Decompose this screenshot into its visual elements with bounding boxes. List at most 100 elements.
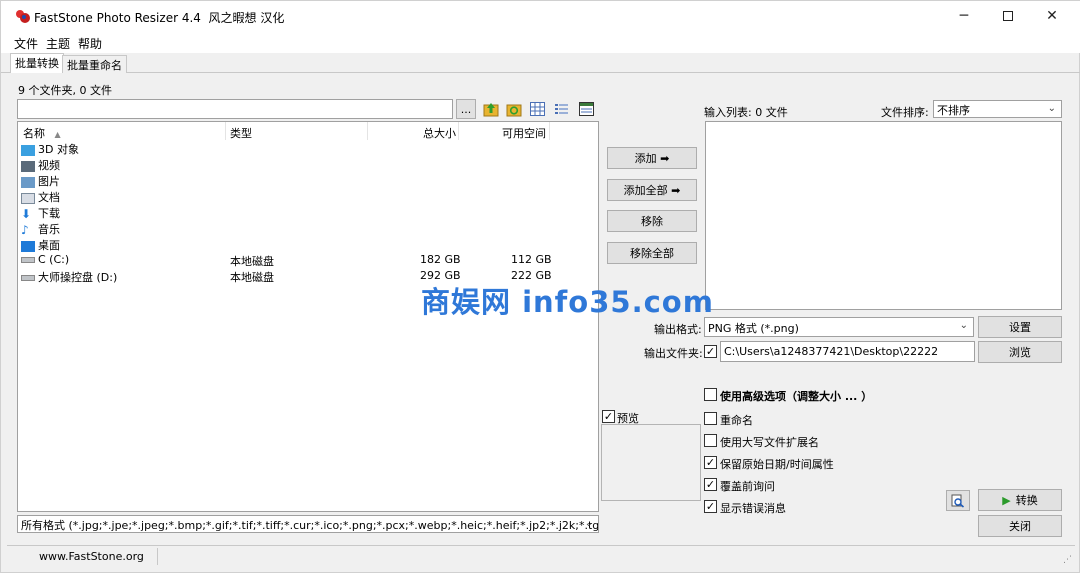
convert-label: 转换: [1015, 494, 1038, 507]
list-item[interactable]: 桌面: [21, 237, 60, 253]
format-settings-button[interactable]: 设置: [978, 316, 1062, 338]
item-name: 文档: [38, 191, 60, 204]
chevron-down-icon: ⌄: [584, 518, 593, 529]
sort-label: 文件排序:: [881, 106, 929, 119]
browse-path-button[interactable]: ...: [456, 99, 476, 119]
preview-zoom-button[interactable]: [946, 490, 970, 511]
path-input[interactable]: [17, 99, 453, 119]
output-folder-input[interactable]: C:\Users\a1248377421\Desktop\22222: [720, 341, 975, 362]
list-item[interactable]: 3D 对象: [21, 141, 79, 157]
close-button[interactable]: 关闭: [978, 515, 1062, 537]
list-item[interactable]: ⬇ 下载: [21, 205, 60, 221]
file-filter-value: 所有格式 (*.jpg;*.jpe;*.jpeg;*.bmp;*.gif;*.t…: [21, 519, 599, 532]
list-item[interactable]: 视频: [21, 157, 60, 173]
item-name: C (C:): [38, 253, 70, 266]
item-name: 大师操控盘 (D:): [38, 271, 118, 284]
keep-date-checkbox[interactable]: ✓: [704, 456, 717, 469]
app-logo-icon: [16, 10, 30, 23]
chevron-down-icon: ⌄: [959, 320, 968, 331]
column-separator: [225, 122, 226, 140]
column-separator: [549, 122, 550, 140]
documents-folder-icon: [21, 192, 35, 204]
file-filter-select[interactable]: 所有格式 (*.jpg;*.jpe;*.jpeg;*.bmp;*.gif;*.t…: [17, 515, 599, 533]
window-title: FastStone Photo Resizer 4.4 风之暇想 汉化: [34, 9, 284, 26]
item-name: 下载: [38, 207, 60, 220]
sort-value: 不排序: [937, 104, 970, 117]
sort-asc-icon: ▲: [54, 130, 61, 139]
show-errors-checkbox[interactable]: ✓: [704, 500, 717, 513]
refresh-icon[interactable]: [506, 101, 522, 117]
status-separator: [157, 548, 158, 565]
item-name: 音乐: [38, 223, 60, 236]
column-header-size[interactable]: 总大小: [423, 125, 456, 141]
uppercase-ext-checkbox[interactable]: [704, 434, 717, 447]
item-size: 182 GB: [420, 253, 461, 266]
tab-divider: [1, 72, 1080, 73]
rename-label[interactable]: 重命名: [720, 412, 753, 428]
view-details-icon[interactable]: [579, 102, 594, 116]
menu-theme[interactable]: 主题: [46, 35, 70, 52]
preview-checkbox[interactable]: ✓: [602, 410, 615, 423]
tab-batch-convert[interactable]: 批量转换: [10, 53, 64, 73]
status-website[interactable]: www.FastStone.org: [39, 550, 144, 563]
uppercase-ext-label[interactable]: 使用大写文件扩展名: [720, 434, 819, 450]
convert-button[interactable]: ▶ 转换: [978, 489, 1062, 511]
minimize-icon: ─: [959, 8, 969, 24]
resize-grip-icon[interactable]: ⋰: [1063, 555, 1072, 565]
preview-pane: [601, 424, 701, 501]
browse-folder-button[interactable]: 浏览: [978, 341, 1062, 363]
menu-file[interactable]: 文件: [14, 35, 38, 52]
menu-bar: [1, 31, 1080, 53]
list-item[interactable]: ♪ 音乐: [21, 221, 60, 237]
chevron-down-icon: ⌄: [1047, 103, 1056, 114]
desktop-folder-icon: [21, 240, 35, 252]
input-list[interactable]: [705, 121, 1062, 310]
3d-objects-icon: [21, 144, 35, 156]
watermark: 商娱网 info35.com: [421, 285, 714, 319]
column-header-name[interactable]: 名称 ▲: [23, 125, 61, 141]
list-item[interactable]: 文档: [21, 189, 60, 205]
sort-select[interactable]: 不排序 ⌄: [933, 100, 1062, 118]
tab-batch-rename[interactable]: 批量重命名: [62, 55, 127, 73]
video-folder-icon: [21, 160, 35, 172]
list-item[interactable]: 大师操控盘 (D:): [21, 269, 117, 285]
app-window: FastStone Photo Resizer 4.4 风之暇想 汉化 ─ ✕ …: [0, 0, 1080, 573]
view-list-icon[interactable]: [554, 102, 569, 116]
keep-date-label[interactable]: 保留原始日期/时间属性: [720, 456, 834, 472]
output-folder-label: 输出文件夹:: [644, 347, 703, 360]
downloads-folder-icon: ⬇: [21, 206, 32, 221]
advanced-options-label[interactable]: 使用高级选项（调整大小 ... ）: [720, 388, 872, 404]
output-folder-checkbox[interactable]: ✓: [704, 345, 717, 358]
remove-all-button[interactable]: 移除全部: [607, 242, 697, 264]
advanced-options-checkbox[interactable]: [704, 388, 717, 401]
input-list-label: 输入列表: 0 文件: [704, 106, 788, 119]
play-icon: ▶: [1002, 493, 1011, 507]
item-name: 桌面: [38, 239, 60, 252]
output-format-value: PNG 格式 (*.png): [708, 322, 799, 335]
up-folder-icon[interactable]: [483, 101, 499, 117]
column-header-free[interactable]: 可用空间: [502, 125, 546, 141]
view-large-icons-icon[interactable]: [530, 102, 545, 116]
maximize-button[interactable]: [985, 1, 1031, 31]
ask-overwrite-label[interactable]: 覆盖前询问: [720, 478, 775, 494]
menu-help[interactable]: 帮助: [78, 35, 102, 52]
output-format-select[interactable]: PNG 格式 (*.png) ⌄: [704, 317, 974, 337]
maximize-icon: [1003, 11, 1013, 21]
output-format-label: 输出格式:: [654, 323, 702, 336]
output-folder-value: C:\Users\a1248377421\Desktop\22222: [724, 345, 939, 358]
rename-checkbox[interactable]: [704, 412, 717, 425]
minimize-button[interactable]: ─: [941, 1, 987, 31]
item-type: 本地磁盘: [230, 271, 274, 284]
pictures-folder-icon: [21, 176, 35, 188]
list-item[interactable]: C (C:): [21, 253, 69, 269]
add-all-button[interactable]: 添加全部 ➡: [607, 179, 697, 201]
add-button[interactable]: 添加 ➡: [607, 147, 697, 169]
show-errors-label[interactable]: 显示错误消息: [720, 500, 786, 516]
music-folder-icon: ♪: [21, 222, 29, 237]
drive-icon: [21, 275, 35, 281]
close-window-button[interactable]: ✕: [1029, 1, 1075, 31]
list-item[interactable]: 图片: [21, 173, 60, 189]
remove-button[interactable]: 移除: [607, 210, 697, 232]
column-header-type[interactable]: 类型: [230, 125, 252, 141]
ask-overwrite-checkbox[interactable]: ✓: [704, 478, 717, 491]
